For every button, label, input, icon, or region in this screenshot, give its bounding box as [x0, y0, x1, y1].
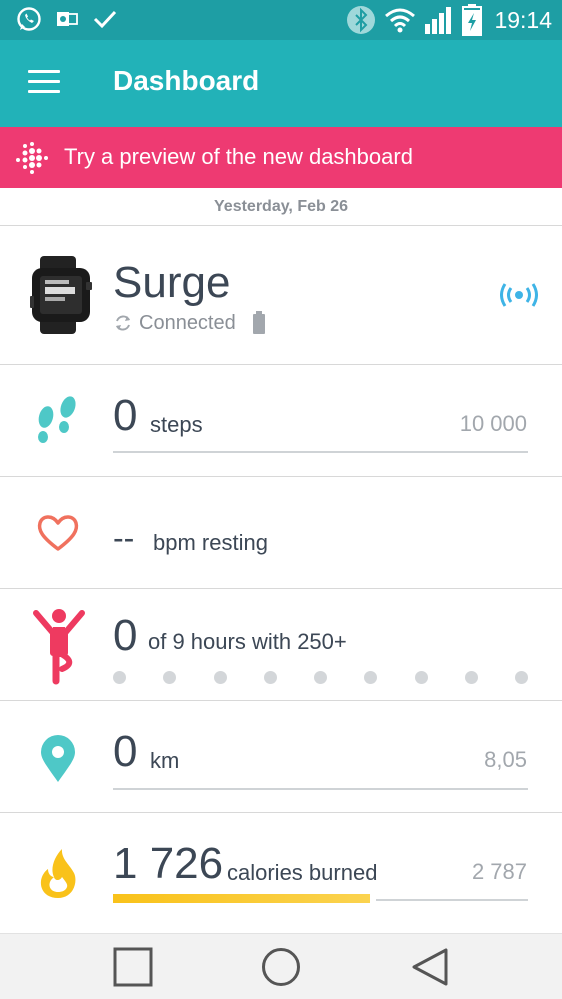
hamburger-menu-icon[interactable] — [28, 70, 60, 94]
hour-dot — [364, 671, 378, 684]
calories-value: 1 726 — [113, 839, 224, 888]
system-nav-bar — [0, 933, 562, 999]
active-person-icon — [33, 609, 85, 685]
device-status: Connected — [113, 311, 266, 335]
steps-goal: 10 000 — [459, 411, 527, 436]
hour-dot — [163, 671, 177, 684]
wifi-icon — [385, 8, 416, 33]
calories-progress-track — [376, 899, 528, 901]
device-name: Surge — [113, 258, 231, 307]
device-status-label: Connected — [139, 311, 236, 334]
hourly-unit: of 9 hours with 250+ — [148, 629, 347, 654]
square-icon[interactable] — [113, 947, 153, 987]
calories-progress-fill — [113, 894, 370, 903]
steps-progress-bar — [113, 451, 528, 453]
heart-rate-row[interactable]: -- bpm resting — [0, 477, 562, 589]
bluetooth-icon — [347, 6, 376, 34]
hourly-value: 0 — [113, 611, 138, 660]
circle-icon[interactable] — [261, 947, 301, 987]
sync-icon — [116, 315, 130, 331]
steps-unit: steps — [150, 412, 203, 437]
battery-charging-icon — [462, 4, 483, 36]
hour-dot — [464, 671, 478, 684]
calories-goal: 2 787 — [471, 859, 527, 884]
signal-icon — [425, 7, 452, 34]
heart-rate-value: -- — [113, 520, 135, 556]
hour-dot — [113, 671, 126, 684]
date-label: Yesterday, Feb 26 — [214, 198, 348, 215]
hourly-activity-row[interactable]: 0 of 9 hours with 250+ — [0, 589, 562, 701]
battery-icon — [252, 311, 265, 334]
status-bar: 19:14 — [0, 0, 562, 40]
hour-dot — [314, 671, 327, 684]
distance-unit: km — [150, 748, 180, 773]
wireless-sync-icon[interactable] — [500, 281, 538, 309]
page-title: Dashboard — [113, 65, 260, 96]
hour-dot — [213, 671, 227, 684]
heart-icon — [37, 515, 79, 551]
distance-progress-bar — [113, 788, 528, 790]
hour-dot — [515, 671, 528, 684]
outlook-icon — [57, 12, 78, 26]
calories-unit: calories burned — [227, 860, 378, 885]
distance-value: 0 — [113, 727, 138, 776]
steps-row[interactable]: 0 steps 10 000 — [0, 365, 562, 477]
heart-rate-unit: bpm resting — [153, 530, 268, 555]
back-triangle-icon[interactable] — [410, 947, 450, 987]
distance-row[interactable]: 0 km 8,05 — [0, 701, 562, 813]
hourly-dots — [113, 671, 528, 685]
hour-dot — [414, 671, 428, 684]
watch-image — [30, 256, 92, 334]
app-bar: Dashboard — [0, 40, 562, 127]
location-pin-icon — [41, 735, 75, 782]
whatsapp-icon — [17, 7, 41, 31]
check-icon — [93, 10, 117, 29]
distance-goal: 8,05 — [484, 747, 527, 772]
date-header[interactable]: Yesterday, Feb 26 — [0, 188, 562, 226]
status-time: 19:14 — [494, 6, 552, 33]
footprints-icon — [38, 396, 76, 443]
banner-text: Try a preview of the new dashboard — [64, 144, 413, 169]
fitbit-logo-icon — [16, 142, 48, 174]
calories-row[interactable]: 1 726 calories burned 2 787 — [0, 813, 562, 933]
device-row[interactable]: Surge Connected — [0, 226, 562, 365]
flame-icon — [40, 849, 76, 898]
steps-value: 0 — [113, 391, 138, 440]
hour-dot — [263, 671, 277, 684]
new-dashboard-banner[interactable]: Try a preview of the new dashboard — [0, 127, 562, 188]
